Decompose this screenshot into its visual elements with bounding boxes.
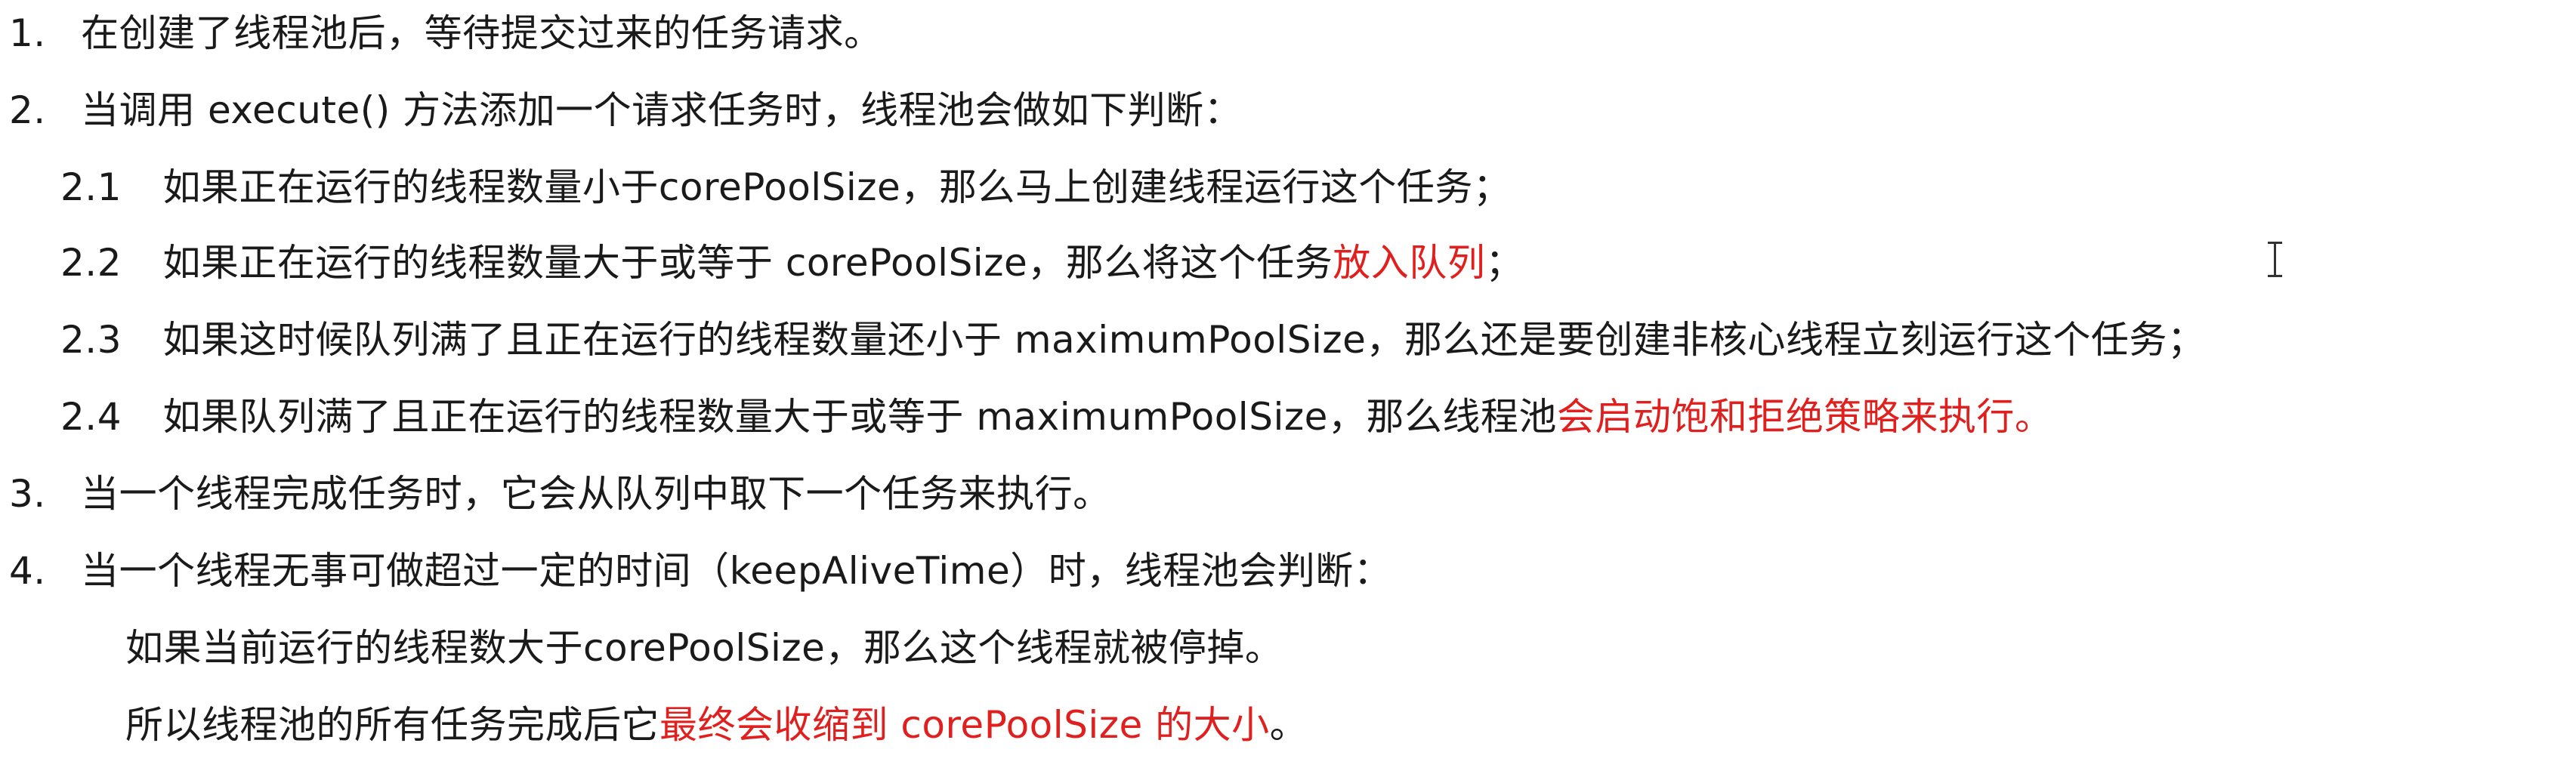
text-cursor-icon [2265,240,2284,279]
list-item-2-2: 2.2 如果正在运行的线程数量大于或等于 corePoolSize，那么将这个任… [60,225,1524,301]
item-text: 在创建了线程池后，等待提交过来的任务请求。 [81,11,882,55]
item-number: 2.2 [60,241,122,285]
item-text: 如果正在运行的线程数量大于或等于 corePoolSize，那么将这个任务 [162,241,1333,285]
highlighted-text: 会启动饱和拒绝策略来执行。 [1556,395,2053,439]
highlighted-text: 放入队列 [1333,241,1486,285]
list-item-4: 4. 当一个线程无事可做超过一定的时间（keepAliveTime）时，线程池会… [9,533,1391,609]
item-text: 当一个线程完成任务时，它会从队列中取下一个任务来执行。 [81,472,1111,516]
item-text: 如果正在运行的线程数量小于corePoolSize，那么马上创建线程运行这个任务… [162,165,1512,209]
list-item-4-detail: 如果当前运行的线程数大于corePoolSize，那么这个线程就被停掉。 [125,610,1283,686]
highlighted-text: 最终会收缩到 corePoolSize 的大小 [659,703,1270,747]
item-text: 当一个线程无事可做超过一定的时间（keepAliveTime）时，线程池会判断： [81,549,1392,593]
item-number: 2.1 [60,165,122,209]
list-item-2-4: 2.4 如果队列满了且正在运行的线程数量大于或等于 maximumPoolSiz… [60,379,2052,455]
item-number: 3. [9,472,46,516]
item-text: 如果当前运行的线程数大于corePoolSize，那么这个线程就被停掉。 [125,626,1283,670]
item-number: 2.4 [60,395,122,439]
item-number: 4. [9,549,46,593]
list-item-2-3: 2.3 如果这时候队列满了且正在运行的线程数量还小于 maximumPoolSi… [60,302,2205,378]
list-item-3: 3. 当一个线程完成任务时，它会从队列中取下一个任务来执行。 [9,456,1111,532]
list-item-2-1: 2.1 如果正在运行的线程数量小于corePoolSize，那么马上创建线程运行… [60,150,1511,225]
item-text-end: 。 [1269,703,1308,747]
item-number: 2. [9,88,46,132]
item-number: 1. [9,11,46,55]
item-text: 如果队列满了且正在运行的线程数量大于或等于 maximumPoolSize，那么… [162,395,1557,439]
list-item-4-conclusion: 所以线程池的所有任务完成后它最终会收缩到 corePoolSize 的大小。 [125,687,1308,763]
document-page: 1. 在创建了线程池后，等待提交过来的任务请求。 2. 当调用 execute(… [0,0,2576,774]
item-text: 如果这时候队列满了且正在运行的线程数量还小于 maximumPoolSize，那… [162,318,2206,362]
list-item-2: 2. 当调用 execute() 方法添加一个请求任务时，线程池会做如下判断： [9,72,1242,148]
item-text: 当调用 execute() 方法添加一个请求任务时，线程池会做如下判断： [81,88,1243,132]
list-item-1: 1. 在创建了线程池后，等待提交过来的任务请求。 [9,0,882,71]
item-number: 2.3 [60,318,122,362]
item-text-end: ； [1485,241,1524,285]
item-text: 所以线程池的所有任务完成后它 [125,703,659,747]
